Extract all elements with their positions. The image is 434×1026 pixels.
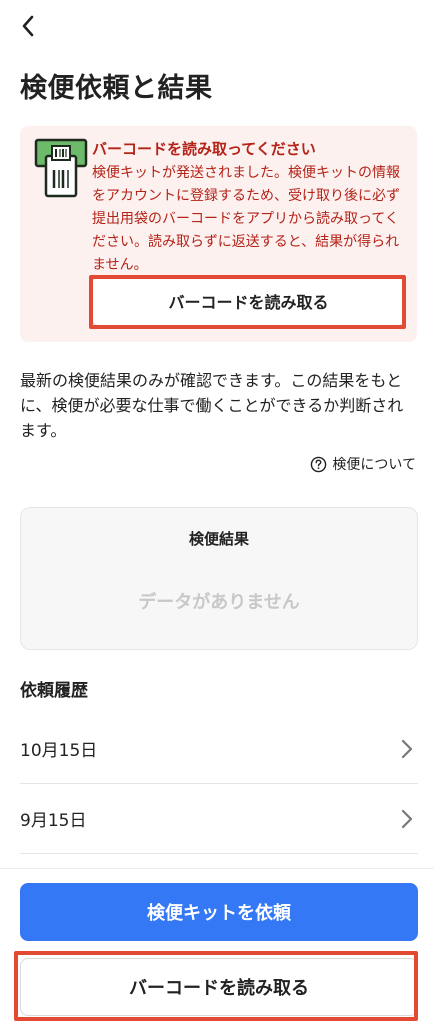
about-stool-test-link[interactable]: 検便について xyxy=(310,454,416,474)
barcode-alert: バーコードを読み取ってください 検便キットが発送されました。検便キットの情報をア… xyxy=(20,126,417,342)
results-empty-text: データがありません xyxy=(138,592,300,613)
description-text: 最新の検便結果のみが確認できます。この結果をもとに、検便が必要な仕事で働くことが… xyxy=(20,371,404,440)
chevron-right-icon xyxy=(401,739,413,758)
about-link-label: 検便について xyxy=(332,457,416,473)
history-title: 依頼履歴 xyxy=(20,681,88,701)
back-button[interactable] xyxy=(14,10,42,42)
page-title: 検便依頼と結果 xyxy=(20,73,213,104)
history-item-label: 10月15日 xyxy=(20,741,98,761)
history-item[interactable]: 10月15日 xyxy=(20,714,418,784)
history-item-label: 9月15日 xyxy=(20,811,87,831)
history-item[interactable]: 9月15日 xyxy=(20,784,418,854)
results-title: 検便結果 xyxy=(188,530,249,548)
chevron-right-icon xyxy=(401,809,413,828)
scan-barcode-button[interactable]: バーコードを読み取る xyxy=(20,958,418,1016)
alert-title: バーコードを読み取ってください xyxy=(92,140,316,158)
alert-body: 検便キットが発送されました。検便キットの情報をアカウントに登録するため、受け取り… xyxy=(92,165,400,273)
results-card: 検便結果 データがありません xyxy=(20,507,418,650)
alert-scan-barcode-button[interactable]: バーコードを読み取る xyxy=(92,276,405,326)
bottom-action-bar: 検便キットを依頼 バーコードを読み取る xyxy=(0,868,434,1026)
help-circle-icon xyxy=(311,456,327,472)
chevron-left-icon xyxy=(22,15,34,37)
request-kit-button[interactable]: 検便キットを依頼 xyxy=(20,883,418,941)
barcode-scanner-icon xyxy=(34,138,88,198)
